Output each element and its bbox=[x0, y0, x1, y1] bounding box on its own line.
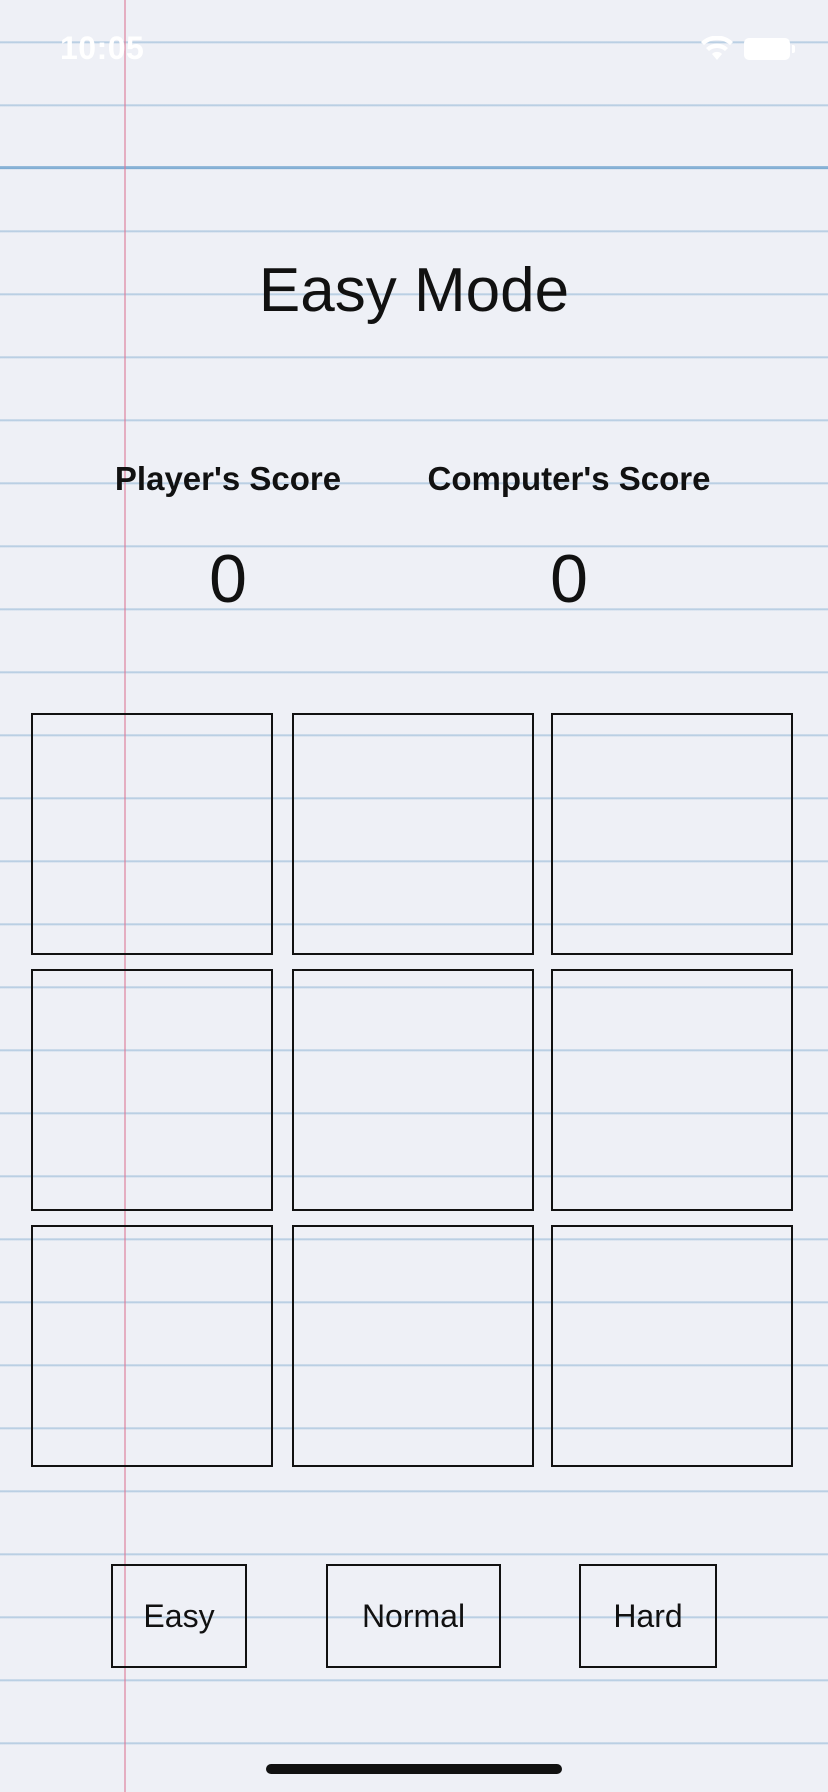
status-time: 10:05 bbox=[60, 30, 145, 66]
battery-icon bbox=[744, 38, 795, 60]
normal-button[interactable]: Normal bbox=[326, 1564, 501, 1668]
board-cell[interactable] bbox=[292, 969, 534, 1211]
board-cell[interactable] bbox=[292, 1225, 534, 1467]
board-cell[interactable] bbox=[551, 969, 793, 1211]
player-score-label: Player's Score bbox=[114, 460, 342, 497]
board-cell[interactable] bbox=[31, 713, 273, 955]
computer-score-value: 0 bbox=[550, 541, 588, 617]
easy-button[interactable]: Easy bbox=[111, 1564, 247, 1668]
board-cell[interactable] bbox=[292, 713, 534, 955]
board-cell[interactable] bbox=[551, 1225, 793, 1467]
board-cell[interactable] bbox=[31, 1225, 273, 1467]
hard-button[interactable]: Hard bbox=[579, 1564, 717, 1668]
game-board bbox=[31, 713, 797, 1470]
player-score-value: 0 bbox=[209, 541, 247, 617]
status-bar: 10:05 bbox=[0, 0, 828, 96]
mode-title: Easy Mode bbox=[258, 256, 570, 325]
board-cell[interactable] bbox=[551, 713, 793, 955]
computer-score-label: Computer's Score bbox=[427, 460, 711, 497]
wifi-icon bbox=[700, 35, 734, 62]
home-indicator[interactable] bbox=[266, 1764, 562, 1774]
board-cell[interactable] bbox=[31, 969, 273, 1211]
